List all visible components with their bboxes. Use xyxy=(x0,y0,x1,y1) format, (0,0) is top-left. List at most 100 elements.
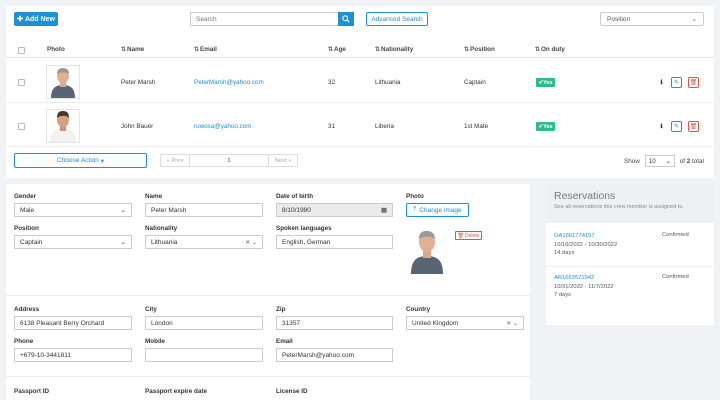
license-label: License ID xyxy=(276,388,308,395)
pencil-icon: ✎ xyxy=(673,80,680,86)
reservations-subtitle: See all reservations this crew member is… xyxy=(554,204,684,210)
search-button[interactable] xyxy=(338,12,354,26)
search-icon xyxy=(342,15,350,23)
crew-detail-panel: Gender Male ⌄ Name Peter Marsh Date of bi… xyxy=(6,184,530,400)
cell-nationality: Liberia xyxy=(375,123,394,130)
info-button[interactable]: ℹ xyxy=(656,121,667,132)
cell-age: 31 xyxy=(328,123,336,130)
pencil-icon: ✎ xyxy=(673,124,680,130)
plus-icon: ✚ xyxy=(17,16,23,23)
cell-email-link[interactable]: ruwosa@yahoo.com xyxy=(194,123,252,130)
name-input[interactable]: Peter Marsh xyxy=(145,203,263,217)
reservation-status: Confirmed xyxy=(662,232,689,238)
gender-label: Gender xyxy=(14,193,37,200)
page-size-control: Show 10 ⌄ of 2 total xyxy=(624,155,704,167)
person-photo-icon xyxy=(50,111,76,142)
trash-icon: 🗑 xyxy=(457,232,464,239)
dob-input[interactable]: 8/10/1990 ▦ xyxy=(276,203,393,217)
table-row[interactable]: John Bauer ruwosa@yahoo.com 31 Liberia 1… xyxy=(6,103,714,147)
total-pages-text: of 2 total xyxy=(679,157,704,165)
trash-icon: 🗑 xyxy=(689,124,698,130)
reservation-link[interactable]: OA1661774157 xyxy=(554,232,617,241)
address-input[interactable]: 6138 Pleasant Berry Orchard xyxy=(14,316,132,330)
page-size-select[interactable]: 10 ⌄ xyxy=(644,155,675,167)
cell-name: John Bauer xyxy=(121,123,154,130)
page-number-input[interactable]: 1 xyxy=(190,154,268,167)
trash-icon: 🗑 xyxy=(689,80,698,86)
table-header: Photo ⇅ Name ⇅ Email ⇅ Age ⇅ Nationality ⇅ Po… xyxy=(6,42,714,58)
city-label: City xyxy=(145,306,157,313)
upload-icon: ⤒ xyxy=(413,206,417,213)
phone-label: Phone xyxy=(14,338,34,345)
search-bar xyxy=(190,12,354,26)
header-email[interactable]: ⇅ Email xyxy=(194,46,217,53)
chevron-down-icon: ⌄ xyxy=(120,239,126,246)
name-label: Name xyxy=(145,193,163,200)
nationality-select[interactable]: Lithuania ✕ ⌄ xyxy=(145,235,263,249)
header-position[interactable]: ⇅ Position xyxy=(464,46,495,53)
address-label: Address xyxy=(14,306,40,313)
zip-input[interactable]: 31357 xyxy=(276,316,393,330)
delete-photo-button[interactable]: 🗑 Delete xyxy=(455,231,482,240)
info-icon: ℹ xyxy=(660,124,663,130)
caret-down-icon: ▾ xyxy=(100,157,104,165)
table-row[interactable]: Peter Marsh PeterMarsh@yahoo.com 32 Lith… xyxy=(6,59,714,103)
position-select[interactable]: Captain ⌄ xyxy=(14,235,132,249)
sort-icon: ⇅ xyxy=(328,47,333,53)
crew-detail-photo xyxy=(409,228,445,274)
info-icon: ℹ xyxy=(660,80,663,86)
info-button[interactable]: ℹ xyxy=(656,77,667,88)
reservation-item[interactable]: AR1663571942 10/31/2022 - 11/7/2022 7 da… xyxy=(554,274,614,300)
dob-label: Date of birth xyxy=(276,193,314,200)
crew-photo xyxy=(46,65,80,99)
phone-input[interactable]: +679-10-3441811 xyxy=(14,348,132,362)
email-input[interactable]: PeterMarsh@yahoo.com xyxy=(276,348,393,362)
add-new-button[interactable]: ✚ Add New xyxy=(14,12,58,26)
sort-icon: ⇅ xyxy=(464,47,469,53)
header-age[interactable]: ⇅ Age xyxy=(328,46,346,53)
crew-list-panel: ✚ Add New Advanced Search Position ⌄ Pho… xyxy=(6,6,714,178)
reservations-header: Reservations See all reservations this c… xyxy=(546,184,714,223)
header-nationality[interactable]: ⇅ Nationality xyxy=(375,46,413,53)
sort-icon: ⇅ xyxy=(194,47,199,53)
city-input[interactable]: London xyxy=(145,316,263,330)
prev-page-button[interactable]: « Prev xyxy=(160,154,190,167)
delete-button[interactable]: 🗑 xyxy=(688,121,699,132)
reservations-title: Reservations xyxy=(554,190,616,202)
sort-icon: ⇅ xyxy=(121,47,126,53)
search-input[interactable] xyxy=(190,12,338,26)
choose-action-dropdown[interactable]: Choose Action ▾ xyxy=(14,153,147,168)
cell-position: 1st Mate xyxy=(464,123,489,130)
row-checkbox[interactable] xyxy=(18,79,25,86)
zip-label: Zip xyxy=(276,306,286,313)
sort-icon: ⇅ xyxy=(375,47,380,53)
edit-button[interactable]: ✎ xyxy=(671,121,682,132)
chevron-down-icon: ⌄ xyxy=(691,16,697,23)
languages-input[interactable]: English, German xyxy=(276,235,393,249)
header-name[interactable]: ⇅ Name xyxy=(121,46,144,53)
calendar-icon[interactable]: ▦ xyxy=(381,206,387,214)
mobile-label: Mobile xyxy=(145,338,165,345)
person-photo-icon xyxy=(51,68,75,98)
select-all-checkbox[interactable] xyxy=(18,47,25,54)
delete-button[interactable]: 🗑 xyxy=(688,77,699,88)
mobile-input[interactable] xyxy=(145,348,263,362)
gender-select[interactable]: Male ⌄ xyxy=(14,203,132,217)
person-photo-icon xyxy=(411,231,443,274)
passport-label: Passport ID xyxy=(14,388,49,395)
next-page-button[interactable]: Next » xyxy=(268,154,298,167)
cell-nationality: Lithuania xyxy=(375,79,401,86)
edit-button[interactable]: ✎ xyxy=(671,77,682,88)
cell-email-link[interactable]: PeterMarsh@yahoo.com xyxy=(194,79,264,86)
advanced-search-button[interactable]: Advanced Search xyxy=(366,12,428,26)
position-filter-select[interactable]: Position ⌄ xyxy=(600,12,704,26)
reservation-item[interactable]: OA1661774157 10/16/2022 - 10/30/2022 14 … xyxy=(554,232,617,258)
row-checkbox[interactable] xyxy=(18,123,25,130)
country-select[interactable]: United Kingdom ✕ ⌄ xyxy=(406,316,524,330)
change-image-button[interactable]: ⤒ Change image xyxy=(406,203,469,217)
position-label: Position xyxy=(14,225,39,232)
sort-icon: ⇅ xyxy=(535,47,540,53)
header-on-duty[interactable]: ⇅ On duty xyxy=(535,46,565,53)
reservation-link[interactable]: AR1663571942 xyxy=(554,274,614,283)
email-label: Email xyxy=(276,338,293,345)
